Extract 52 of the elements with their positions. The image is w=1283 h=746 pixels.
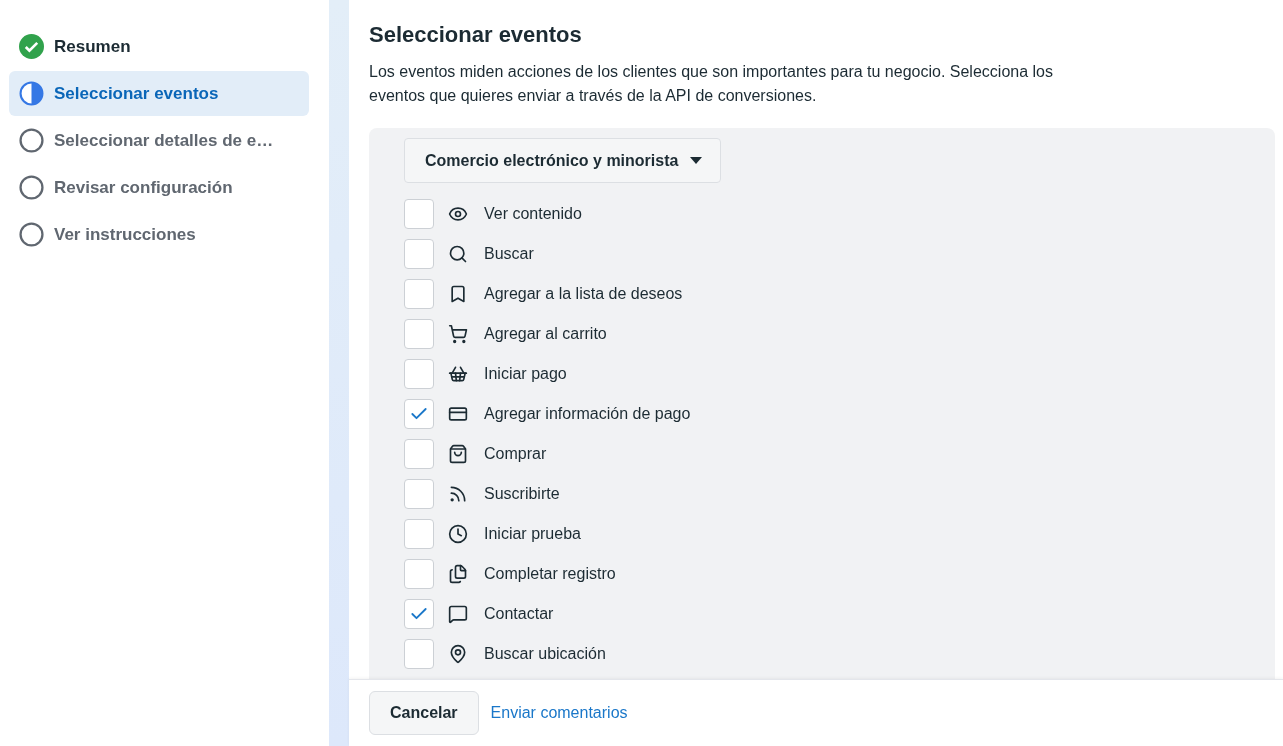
documents-icon	[448, 564, 468, 584]
checkbox[interactable]	[404, 519, 434, 549]
event-label: Agregar al carrito	[484, 325, 607, 343]
credit-card-icon	[448, 404, 468, 424]
checkbox[interactable]	[404, 319, 434, 349]
cancel-button[interactable]: Cancelar	[369, 691, 479, 735]
bookmark-icon	[448, 284, 468, 304]
shopping-bag-icon	[448, 444, 468, 464]
checkbox[interactable]	[404, 399, 434, 429]
event-label: Agregar información de pago	[484, 405, 691, 423]
step-item[interactable]: Resumen	[9, 24, 309, 69]
step-item[interactable]: Seleccionar eventos	[9, 71, 309, 116]
category-dropdown[interactable]: Comercio electrónico y minorista	[404, 138, 722, 183]
cart-icon	[448, 324, 468, 344]
checkbox[interactable]	[404, 279, 434, 309]
checkbox[interactable]	[404, 479, 434, 509]
checkbox[interactable]	[404, 239, 434, 269]
search-icon	[448, 244, 468, 264]
step-label: Resumen	[54, 36, 131, 57]
event-label: Iniciar prueba	[484, 525, 581, 543]
checkbox[interactable]	[404, 439, 434, 469]
rss-icon	[448, 484, 468, 504]
step-label: Seleccionar detalles de e…	[54, 130, 274, 151]
event-label: Contactar	[484, 605, 554, 623]
event-label: Buscar	[484, 245, 534, 263]
event-label: Completar registro	[484, 565, 616, 583]
checkbox[interactable]	[404, 599, 434, 629]
step-item[interactable]: Seleccionar detalles de e…	[9, 118, 309, 163]
step-label: Seleccionar eventos	[54, 83, 219, 104]
event-label: Suscribirte	[484, 485, 560, 503]
event-label: Iniciar pago	[484, 365, 567, 383]
clock-icon	[448, 524, 468, 544]
step-label: Revisar configuración	[54, 177, 233, 198]
event-label: Comprar	[484, 445, 547, 463]
step-label: Ver instrucciones	[54, 224, 196, 245]
checkbox[interactable]	[404, 559, 434, 589]
eye-icon	[448, 204, 468, 224]
basket-icon	[448, 364, 468, 384]
feedback-link[interactable]: Enviar comentarios	[490, 704, 628, 722]
event-label: Ver contenido	[484, 205, 582, 223]
step-item[interactable]: Ver instrucciones	[9, 212, 309, 257]
checkbox[interactable]	[404, 199, 434, 229]
caret-icon	[690, 157, 703, 164]
map-pin-icon	[448, 644, 468, 664]
checkbox[interactable]	[404, 639, 434, 669]
step-item[interactable]: Revisar configuración	[9, 165, 309, 210]
description: Los eventos miden acciones de los clientes que son importantes para tu negocio. Selecciona los eventos que quieres enviar a través de la API de conversiones.	[369, 62, 1054, 106]
page-title: Seleccionar eventos	[369, 22, 583, 48]
speech-bubble-icon	[448, 604, 468, 624]
checkbox[interactable]	[404, 359, 434, 389]
event-label: Buscar ubicación	[484, 645, 606, 663]
event-label: Agregar a la lista de deseos	[484, 285, 683, 303]
